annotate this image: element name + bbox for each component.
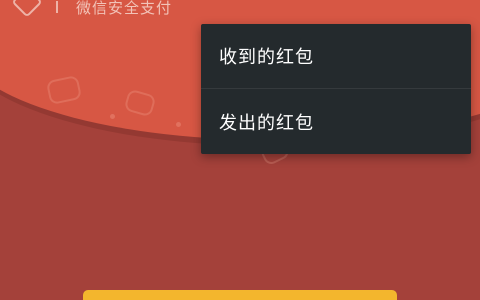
wechat-pay-brand: 微信安全支付 — [11, 0, 173, 20]
sent-red-packets-menu-item[interactable]: 发出的红包 — [201, 89, 471, 154]
brand-divider — [56, 1, 58, 13]
received-red-packets-menu-item[interactable]: 收到的红包 — [201, 24, 471, 89]
red-packet-menu: 收到的红包 发出的红包 — [201, 24, 471, 154]
bottom-action-button[interactable] — [83, 290, 397, 300]
pattern-dot — [110, 114, 115, 119]
pattern-dot — [176, 122, 181, 127]
wechat-logo-icon — [11, 0, 43, 18]
red-packet-screen: 微信安全支付 收到的红包 发出的红包 — [0, 0, 480, 300]
brand-text: 微信安全支付 — [76, 0, 173, 17]
